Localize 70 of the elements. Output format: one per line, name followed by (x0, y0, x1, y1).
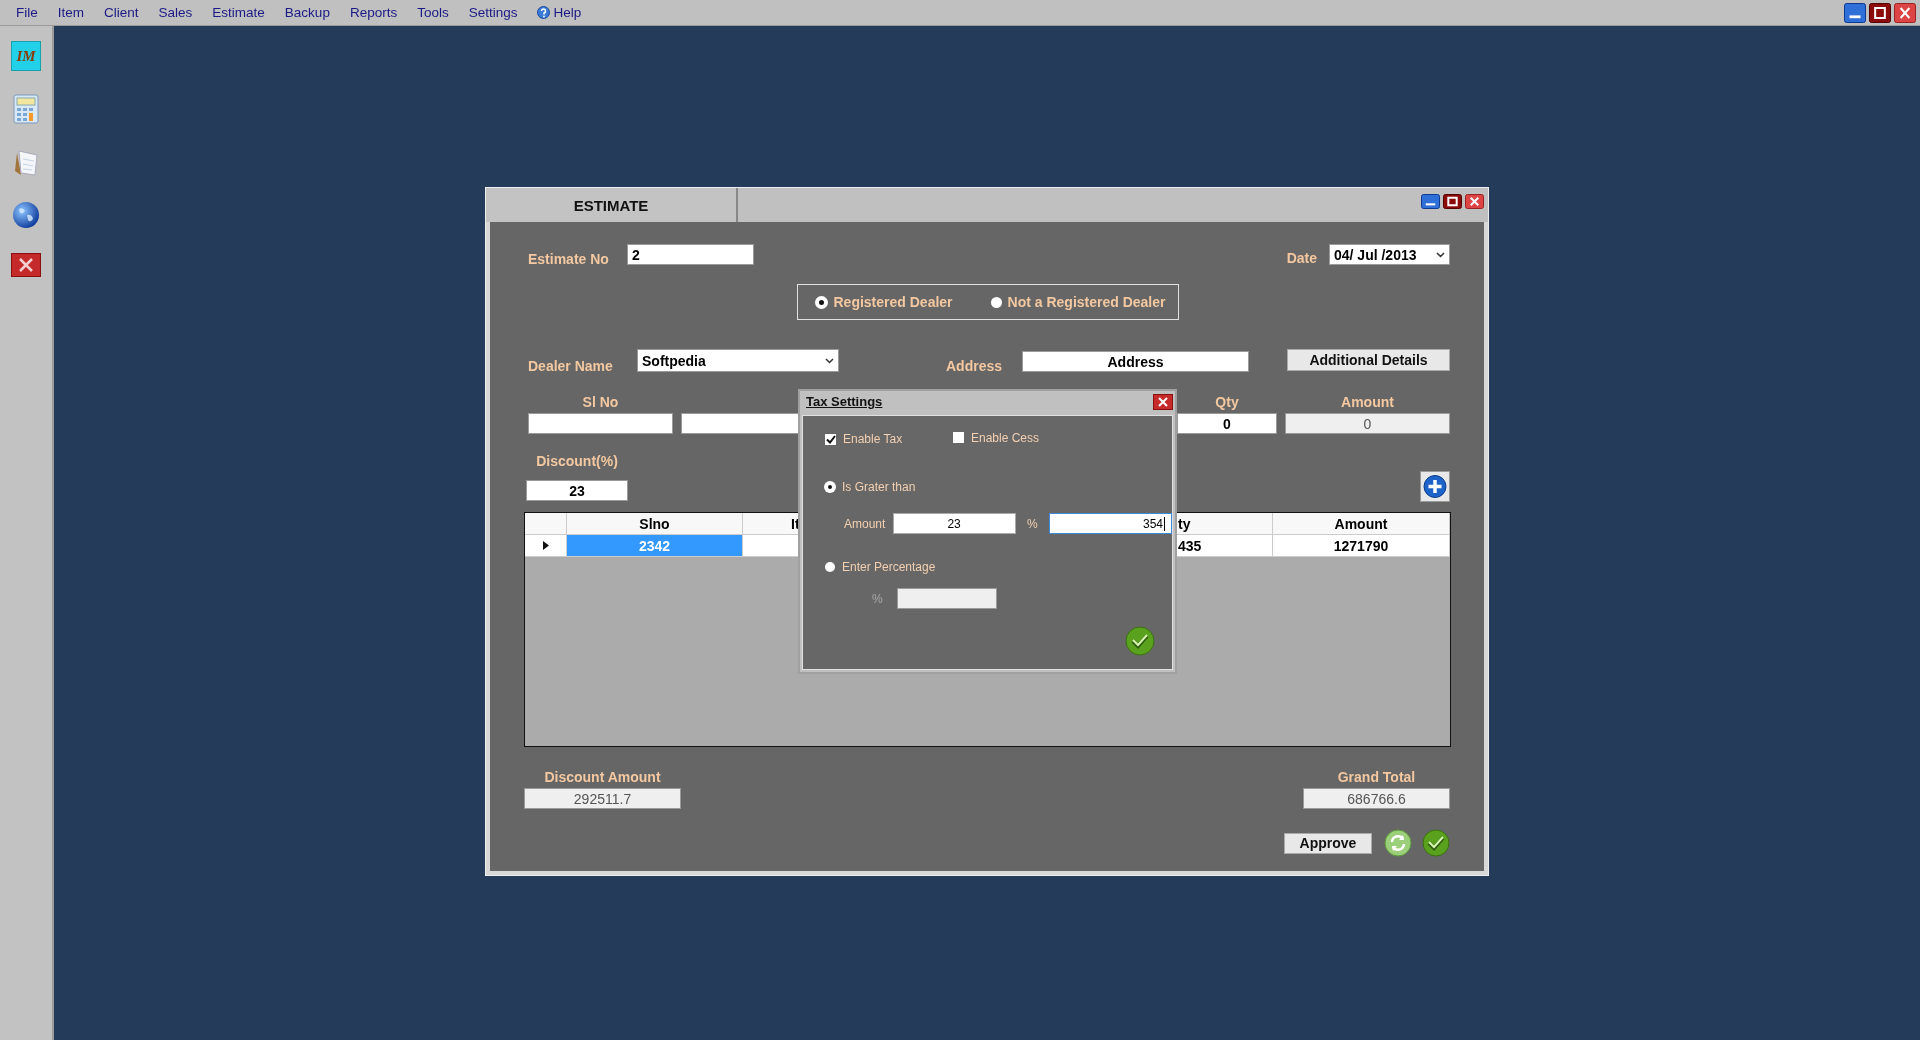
radio-button[interactable] (825, 482, 835, 492)
close-button[interactable] (1465, 194, 1484, 209)
amount-field[interactable]: 23 (892, 513, 1016, 534)
minimize-button[interactable] (1421, 194, 1440, 209)
radio-button[interactable] (825, 562, 835, 572)
percent-label: % (872, 591, 884, 606)
field-label: Estimate No (528, 251, 610, 267)
field-label: Discount Amount (544, 769, 661, 787)
field-label: Amount (844, 516, 887, 531)
discount-field[interactable]: 23 (526, 480, 628, 501)
percent-field[interactable]: 354 (1049, 513, 1172, 534)
dealer-dropdown[interactable]: Softpedia (637, 349, 839, 372)
additional-details-button[interactable]: Additional Details (1287, 349, 1450, 371)
column-header[interactable]: Amount (1273, 513, 1450, 535)
radio-button[interactable] (816, 296, 828, 308)
dialog-title: Tax Settings (806, 394, 883, 409)
radio-label: Is Grater than (842, 480, 916, 494)
maximize-button[interactable] (1869, 2, 1891, 23)
help-icon (537, 6, 551, 19)
checkbox[interactable] (953, 432, 964, 443)
column-header[interactable]: ty (1177, 513, 1273, 535)
confirm-button[interactable] (1125, 626, 1155, 656)
radio-label: Enter Percentage (842, 560, 936, 574)
exit-button[interactable] (11, 253, 41, 277)
column-header[interactable]: Slno (567, 513, 743, 535)
confirm-button[interactable] (1422, 829, 1450, 857)
table-cell: 1271790 (1273, 535, 1450, 557)
text-field[interactable] (528, 413, 673, 434)
radio-label: Not a Registered Dealer (1007, 294, 1166, 310)
menu-item[interactable]: Estimate (202, 3, 275, 22)
field-label: Date (1286, 250, 1317, 266)
logo-button[interactable]: IM (11, 41, 41, 71)
close-button[interactable] (1153, 393, 1173, 410)
menu-item[interactable]: Sales (148, 3, 203, 22)
checkbox-label: Enable Cess (971, 430, 1040, 445)
menu-item[interactable]: Tools (407, 3, 459, 22)
address-field[interactable]: Address (1022, 351, 1249, 372)
menu-item[interactable]: Help (527, 3, 592, 22)
field-label: Discount(%) (536, 453, 618, 471)
minimize-button[interactable] (1844, 2, 1866, 23)
date-picker[interactable]: 04/ Jul /2013 (1329, 244, 1450, 265)
menu-item[interactable]: Reports (339, 3, 408, 22)
check-mark-icon (825, 434, 836, 444)
text-field[interactable]: 2 (627, 244, 754, 265)
grand-total-field: 686766.6 (1303, 788, 1450, 809)
field-label: Dealer Name (528, 358, 614, 374)
maximize-button[interactable] (1443, 194, 1462, 209)
refresh-button[interactable] (1384, 829, 1412, 857)
column-label: Qty (1215, 394, 1239, 412)
radio-button[interactable] (990, 296, 1002, 308)
checkbox[interactable] (825, 433, 836, 445)
menu-item[interactable]: Settings (458, 3, 528, 22)
checkbox-label: Enable Tax (843, 432, 903, 446)
add-button[interactable] (1420, 471, 1450, 502)
column-label: Amount (1341, 394, 1394, 412)
approve-button[interactable]: Approve (1284, 832, 1372, 854)
menu-item[interactable]: Item (47, 3, 95, 22)
radio-label: Registered Dealer (833, 294, 953, 310)
menu-item[interactable]: Client (94, 3, 149, 22)
percent-label: % (1026, 516, 1039, 531)
discount-amount-field: 292511.7 (524, 788, 681, 809)
globe-icon[interactable] (11, 200, 41, 230)
field-label: Grand Total (1337, 769, 1416, 787)
close-button[interactable] (1894, 2, 1916, 23)
field-label: Address (946, 358, 1004, 374)
menu-item[interactable]: Backup (274, 3, 340, 22)
menu-item[interactable]: File (6, 3, 48, 22)
text-field[interactable]: 0 (1177, 413, 1277, 434)
table-cell: 2342 (567, 535, 743, 557)
column-label: Sl No (582, 394, 619, 412)
